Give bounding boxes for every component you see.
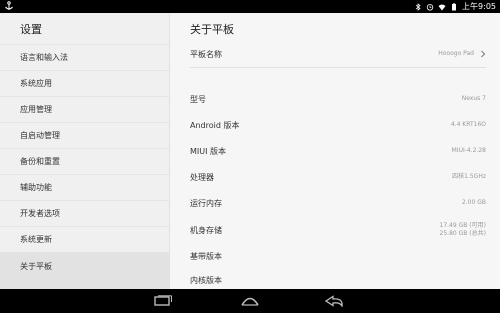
back-icon[interactable]	[324, 295, 346, 307]
row-label: 型号	[190, 94, 206, 104]
row-value: 2.00 GB	[461, 199, 486, 206]
chevron-right-icon	[481, 50, 486, 58]
sidebar-item-label: 备份和重置	[20, 157, 60, 166]
battery-icon	[452, 2, 457, 10]
sidebar-item-label: 系统应用	[20, 79, 52, 88]
sidebar-item-autostart[interactable]: 自启动管理	[0, 122, 170, 148]
status-bar: 上午9:05	[0, 0, 500, 13]
sidebar-item-label: 语言和输入法	[20, 53, 68, 62]
sidebar-item-label: 关于平板	[20, 262, 52, 271]
miui-version-row[interactable]: MIUI 版本 MIUI-4.2.28	[190, 140, 486, 162]
row-label: 内核版本	[190, 275, 222, 285]
sidebar-item-label: 开发者选项	[20, 209, 60, 218]
sidebar-item-accessibility[interactable]: 辅助功能	[0, 174, 170, 200]
status-time: 上午9:05	[462, 2, 496, 11]
memory-row: 运行内存 2.00 GB	[190, 192, 486, 214]
sidebar-title: 设置	[20, 23, 42, 36]
row-label: 机身存储	[190, 225, 222, 235]
storage-row: 机身存储 17.49 GB (可用) 25.80 GB (总共)	[190, 218, 486, 242]
row-label: 平板名称	[190, 49, 222, 59]
bluetooth-icon	[415, 2, 421, 11]
row-label: 处理器	[190, 172, 214, 182]
baseband-row: 基带版本	[190, 245, 486, 267]
row-value: 4.4 KRT16O	[450, 121, 486, 128]
row-label: Android 版本	[190, 120, 240, 130]
sidebar-item-developer-options[interactable]: 开发者选项	[0, 200, 170, 226]
row-value: MIUI-4.2.28	[451, 147, 486, 154]
home-icon[interactable]	[240, 295, 260, 307]
sidebar-item-label: 系统更新	[20, 235, 52, 244]
storage-total: 25.80 GB (总共)	[439, 230, 486, 237]
row-value: Nexus 7	[461, 95, 486, 102]
page-title: 关于平板	[190, 23, 234, 36]
sidebar-item-label: 应用管理	[20, 105, 52, 114]
sidebar-item-label: 辅助功能	[20, 183, 52, 192]
alarm-icon	[426, 3, 434, 11]
row-label: 基带版本	[190, 251, 222, 261]
android-version-row[interactable]: Android 版本 4.4 KRT16O	[190, 114, 486, 136]
navigation-bar	[0, 289, 500, 313]
sidebar-item-language-input[interactable]: 语言和输入法	[0, 44, 170, 70]
model-row: 型号 Nexus 7	[190, 88, 486, 110]
sidebar-item-system-update[interactable]: 系统更新	[0, 226, 170, 252]
sidebar-item-app-management[interactable]: 应用管理	[0, 96, 170, 122]
device-name-row[interactable]: 平板名称 Hooogo Pad	[190, 41, 486, 68]
kernel-row: 内核版本	[190, 271, 486, 289]
sidebar: 设置 语言和输入法 系统应用 应用管理 自启动管理 备份和重置 辅助功能 开发者…	[0, 13, 170, 289]
settings-app: 设置 语言和输入法 系统应用 应用管理 自启动管理 备份和重置 辅助功能 开发者…	[0, 13, 500, 289]
row-label: 运行内存	[190, 198, 222, 208]
sidebar-item-label: 自启动管理	[20, 131, 60, 140]
sidebar-item-about-tablet[interactable]: 关于平板	[0, 252, 170, 289]
row-label: MIUI 版本	[190, 146, 227, 156]
sidebar-item-backup-reset[interactable]: 备份和重置	[0, 148, 170, 174]
row-value: Hooogo Pad	[438, 50, 474, 57]
recent-apps-icon[interactable]	[152, 295, 174, 307]
row-value-wrap: Hooogo Pad	[438, 50, 486, 58]
row-value: 四核1.5GHz	[452, 173, 486, 180]
row-value: 17.49 GB (可用) 25.80 GB (总共)	[440, 222, 486, 238]
anchor-icon	[5, 1, 13, 10]
wifi-icon	[438, 4, 446, 10]
storage-available: 17.49 GB (可用)	[439, 222, 486, 229]
sidebar-item-system-apps[interactable]: 系统应用	[0, 70, 170, 96]
about-tablet-panel: 关于平板 平板名称 Hooogo Pad 型号 Nexus 7 Android …	[171, 13, 500, 289]
processor-row: 处理器 四核1.5GHz	[190, 166, 486, 188]
